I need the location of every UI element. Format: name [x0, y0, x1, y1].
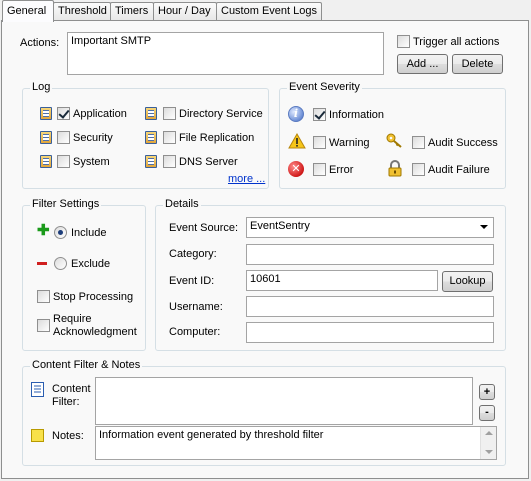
tab-hour-day[interactable]: Hour / Day [153, 2, 217, 21]
delete-action-button[interactable]: Delete [452, 54, 503, 74]
filter-settings-title: Filter Settings [30, 198, 102, 210]
add-content-filter-button[interactable]: + [479, 384, 495, 400]
event-id-field[interactable]: 10601 [246, 270, 438, 291]
lock-icon [388, 160, 402, 177]
content-filter-field[interactable] [95, 377, 473, 425]
include-radio[interactable] [54, 226, 67, 239]
scroll-up-icon[interactable] [485, 431, 493, 435]
exclude-minus-icon [37, 262, 47, 265]
file-replication-label: File Replication [179, 132, 255, 144]
require-acknowledgment-label: Require Acknowledgment [53, 313, 137, 338]
event-source-value: EventSentry [250, 220, 310, 232]
security-label: Security [73, 132, 113, 144]
note-icon [31, 429, 44, 442]
directory-service-log-icon [145, 107, 157, 120]
audit-success-label: Audit Success [428, 137, 498, 149]
notes-value: Information event generated by threshold… [99, 429, 324, 441]
content-filter-notes-title: Content Filter & Notes [30, 359, 143, 371]
include-plus-icon: ✚ [37, 222, 50, 239]
trigger-all-label: Trigger all actions [413, 36, 500, 48]
username-field[interactable] [246, 296, 494, 317]
tab-threshold[interactable]: Threshold [53, 2, 111, 21]
warning-icon [288, 133, 306, 149]
event-id-label: Event ID: [169, 275, 215, 287]
security-checkbox[interactable] [57, 131, 70, 144]
trigger-all-checkbox[interactable] [397, 35, 410, 48]
content-filter-label: Content Filter: [52, 383, 91, 408]
error-label: Error [329, 164, 354, 176]
actions-list-item[interactable]: Important SMTP [71, 35, 151, 47]
actions-label: Actions: [20, 37, 60, 49]
tab-general[interactable]: General [2, 0, 54, 22]
remove-content-filter-button[interactable]: - [479, 405, 495, 421]
file-replication-log-icon [145, 131, 157, 144]
application-checkbox[interactable] [57, 107, 70, 120]
log-group-title: Log [30, 81, 53, 93]
dns-server-label: DNS Server [179, 156, 238, 168]
warning-checkbox[interactable] [313, 136, 326, 149]
dns-server-checkbox[interactable] [163, 155, 176, 168]
system-label: System [73, 156, 110, 168]
category-label: Category: [169, 248, 217, 260]
notes-scrollbar[interactable] [480, 427, 496, 459]
exclude-radio[interactable] [54, 257, 67, 270]
audit-failure-label: Audit Failure [428, 164, 490, 176]
stop-processing-label: Stop Processing [53, 291, 134, 303]
chevron-down-icon [480, 225, 488, 229]
require-acknowledgment-checkbox[interactable] [37, 319, 50, 332]
information-label: Information [329, 109, 385, 121]
scroll-down-icon[interactable] [485, 450, 493, 454]
stop-processing-checkbox[interactable] [37, 290, 50, 303]
application-log-icon [40, 107, 52, 120]
actions-list[interactable]: Important SMTP [67, 32, 384, 75]
security-log-icon [40, 131, 52, 144]
computer-label: Computer: [169, 326, 221, 338]
error-icon: ✕ [288, 161, 304, 177]
category-field[interactable] [246, 244, 494, 265]
key-icon [386, 133, 402, 148]
event-source-label: Event Source: [169, 222, 239, 234]
document-icon [31, 382, 44, 397]
file-replication-checkbox[interactable] [163, 131, 176, 144]
include-label: Include [71, 227, 107, 239]
error-checkbox[interactable] [313, 163, 326, 176]
exclude-label: Exclude [71, 258, 111, 270]
more-logs-link[interactable]: more ... [228, 173, 265, 185]
add-action-button[interactable]: Add ... [397, 54, 448, 74]
tab-timers[interactable]: Timers [110, 2, 154, 21]
computer-field[interactable] [246, 322, 494, 343]
information-icon: i [288, 106, 304, 122]
warning-label: Warning [329, 137, 370, 149]
directory-service-label: Directory Service [179, 108, 263, 120]
system-checkbox[interactable] [57, 155, 70, 168]
notes-field[interactable]: Information event generated by threshold… [95, 426, 497, 460]
system-log-icon [40, 155, 52, 168]
tab-custom-event-logs[interactable]: Custom Event Logs [216, 2, 322, 21]
event-severity-title: Event Severity [287, 81, 362, 93]
audit-failure-checkbox[interactable] [412, 163, 425, 176]
application-label: Application [73, 108, 127, 120]
directory-service-checkbox[interactable] [163, 107, 176, 120]
event-source-select[interactable]: EventSentry [246, 217, 494, 238]
information-checkbox[interactable] [313, 108, 326, 121]
lookup-button[interactable]: Lookup [442, 271, 493, 292]
notes-label: Notes: [52, 430, 84, 442]
audit-success-checkbox[interactable] [412, 136, 425, 149]
details-title: Details [163, 198, 201, 210]
dns-server-log-icon [145, 155, 157, 168]
username-label: Username: [169, 301, 223, 313]
